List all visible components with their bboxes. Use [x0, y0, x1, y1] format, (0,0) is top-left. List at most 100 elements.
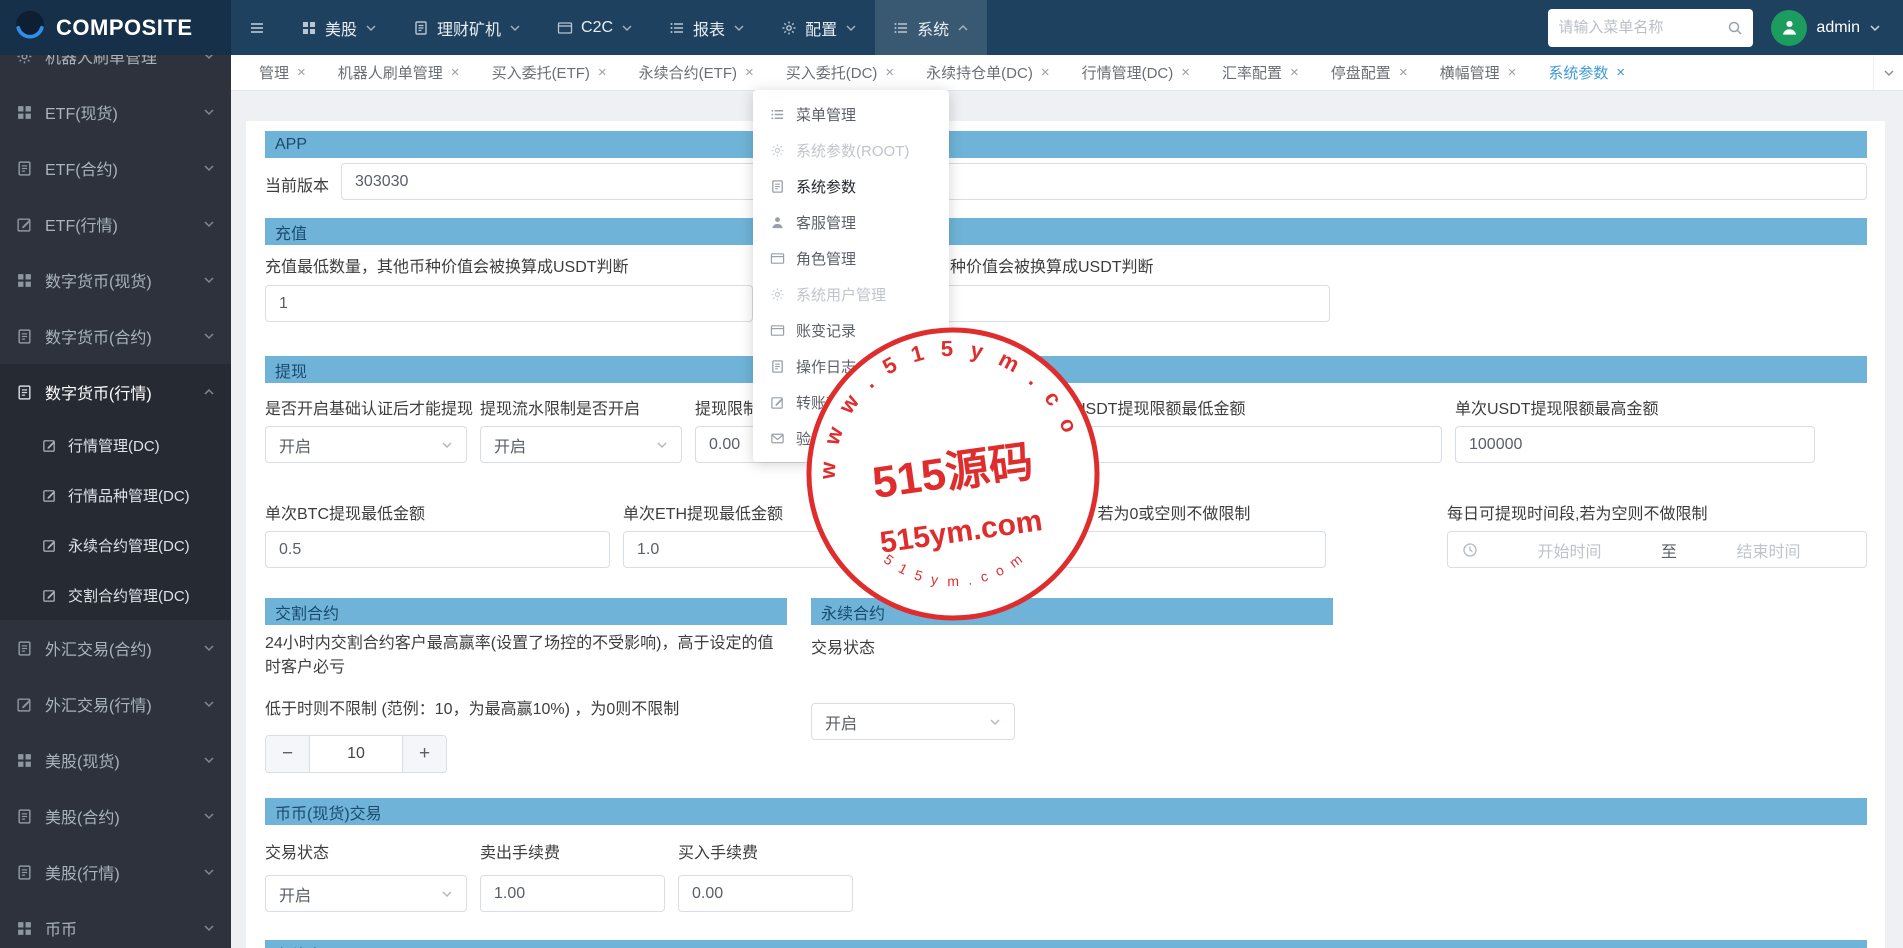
sidebar-item-etf-market[interactable]: ETF(行情)	[0, 196, 231, 252]
sidebar-item-coin[interactable]: 币币	[0, 900, 231, 948]
tab-close-icon[interactable]: ×	[745, 64, 754, 81]
search-icon[interactable]	[1727, 20, 1743, 36]
menu-search[interactable]	[1548, 9, 1753, 47]
chevron-down-icon	[989, 716, 1001, 728]
spot-trade-status-select[interactable]: 开启	[265, 875, 467, 912]
tab-close-icon[interactable]: ×	[1508, 64, 1517, 81]
nav-config[interactable]: 配置	[763, 0, 875, 55]
menu-item-account-change-log[interactable]: 账变记录	[753, 312, 949, 348]
version-input[interactable]	[355, 173, 1853, 191]
tab-buy-order-dc[interactable]: 买入委托(DC)×	[770, 62, 910, 83]
tab-label: 买入委托(ETF)	[492, 62, 590, 83]
tab-perpetual-position-dc[interactable]: 永续持仓单(DC)×	[910, 62, 1065, 83]
end-time-placeholder[interactable]: 结束时间	[1685, 538, 1852, 562]
app-logo[interactable]: COMPOSITE	[0, 0, 231, 55]
withdraw-flow-limit-select[interactable]: 开启	[480, 426, 682, 463]
tab-close-icon[interactable]: ×	[1399, 64, 1408, 81]
section-title: 提现	[275, 358, 307, 382]
menu-item-customer-service-manage[interactable]: 客服管理	[753, 204, 949, 240]
menu-item-system-params[interactable]: 系统参数	[753, 168, 949, 204]
sidebar-item-label: 外汇交易(行情)	[45, 692, 152, 716]
sidebar-item-forex-market[interactable]: 外汇交易(行情)	[0, 676, 231, 732]
tab-close-icon[interactable]: ×	[598, 64, 607, 81]
tab-close-icon[interactable]: ×	[297, 64, 306, 81]
menu-item-system-params-root[interactable]: 系统参数(ROOT)	[753, 132, 949, 168]
sidebar-item-dc-contract[interactable]: 数字货币(合约)	[0, 308, 231, 364]
stepper-value[interactable]: 10	[310, 736, 402, 772]
tab-robot-order-manage[interactable]: 机器人刷单管理×	[322, 62, 476, 83]
tab-exchange-rate-config[interactable]: 汇率配置×	[1206, 62, 1315, 83]
sidebar-subitem-perpetual-manage-dc[interactable]: 永续合约管理(DC)	[0, 520, 231, 570]
menu-item-role-manage[interactable]: 角色管理	[753, 240, 949, 276]
buy-fee-input[interactable]	[692, 885, 839, 903]
tab-close-icon[interactable]: ×	[1290, 64, 1299, 81]
chevron-down-icon	[441, 439, 453, 451]
sidebar-subitem-market-manage-dc[interactable]: 行情管理(DC)	[0, 420, 231, 470]
nav-c2c[interactable]: C2C	[539, 0, 651, 55]
menu-item-operation-log[interactable]: 操作日志	[753, 348, 949, 384]
search-input[interactable]	[1558, 19, 1721, 36]
tab-system-params[interactable]: 系统参数×	[1532, 62, 1641, 83]
menu-item-menu-manage[interactable]: 菜单管理	[753, 96, 949, 132]
nav-report[interactable]: 报表	[651, 0, 763, 55]
sidebar-item-us-stock-spot[interactable]: 美股(现货)	[0, 732, 231, 788]
daily-withdraw-count-input[interactable]	[995, 541, 1312, 559]
sidebar-item-robot-order-manage[interactable]: 机器人刷单管理	[0, 55, 231, 84]
withdraw-row-2: 单次BTC提现最低金额 单次ETH提现最低金额 每日可提现次数 若为0或空则不做…	[265, 500, 1867, 568]
basic-auth-withdraw-select[interactable]: 开启	[265, 426, 467, 463]
menu-item-transfer-convert-log[interactable]: 转账转换日志	[753, 384, 949, 420]
nav-us-stock[interactable]: 美股	[283, 0, 395, 55]
stepper-plus-button[interactable]: +	[402, 736, 446, 772]
tab-banner-manage[interactable]: 横幅管理×	[1424, 62, 1533, 83]
withdraw-time-range-picker[interactable]: 开始时间 至 结束时间	[1447, 531, 1867, 568]
delivery-desc-line1: 24小时内交割合约客户最高赢率(设置了场控的不受影响)，高于设定的值时客户必亏	[265, 629, 787, 677]
sidebar-item-us-stock-contract[interactable]: 美股(合约)	[0, 788, 231, 844]
sidebar-subitem-delivery-manage-dc[interactable]: 交割合约管理(DC)	[0, 570, 231, 620]
menu-item-system-user-manage[interactable]: 系统用户管理	[753, 276, 949, 312]
tab-manage[interactable]: 管理×	[243, 62, 322, 83]
sell-fee-field: 卖出手续费	[480, 839, 665, 912]
tab-close-icon[interactable]: ×	[451, 64, 460, 81]
tab-market-close-config[interactable]: 停盘配置×	[1315, 62, 1424, 83]
sidebar-item-etf-spot[interactable]: ETF(现货)	[0, 84, 231, 140]
sidebar-item-us-stock-market[interactable]: 美股(行情)	[0, 844, 231, 900]
tab-overflow-button[interactable]	[1873, 55, 1903, 90]
edit-icon	[42, 488, 57, 503]
tab-market-manage-dc[interactable]: 行情管理(DC)×	[1066, 62, 1206, 83]
menu-item-label: 操作日志	[796, 356, 856, 377]
stepper-minus-button[interactable]: −	[266, 736, 310, 772]
recharge-min-input[interactable]	[279, 295, 739, 313]
sidebar-item-etf-contract[interactable]: ETF(合约)	[0, 140, 231, 196]
sidebar-subitem-market-symbol-manage-dc[interactable]: 行情品种管理(DC)	[0, 470, 231, 520]
btc-withdraw-min-input[interactable]	[279, 541, 596, 559]
menu-item-captcha-log[interactable]: 验证码日志	[753, 420, 949, 456]
tab-close-icon[interactable]: ×	[1616, 64, 1625, 81]
sidebar-item-forex-contract[interactable]: 外汇交易(合约)	[0, 620, 231, 676]
sidebar-item-dc-market[interactable]: 数字货币(行情)	[0, 364, 231, 420]
tab-buy-order-etf[interactable]: 买入委托(ETF) ×	[476, 62, 623, 83]
list-icon	[770, 107, 785, 122]
doc-icon	[16, 640, 33, 657]
sidebar-item-label: 美股(合约)	[45, 804, 120, 828]
nav-system[interactable]: 系统	[875, 0, 987, 55]
tab-close-icon[interactable]: ×	[885, 64, 894, 81]
tab-close-icon[interactable]: ×	[1041, 64, 1050, 81]
sidebar: 机器人刷单管理 ETF(现货) ETF(合约) ETF(行情)	[0, 55, 231, 948]
us-stock-icon	[301, 20, 317, 36]
user-menu[interactable]: admin	[1771, 10, 1881, 46]
eth-withdraw-min-input[interactable]	[637, 541, 954, 559]
sidebar-item-dc-spot[interactable]: 数字货币(现货)	[0, 252, 231, 308]
section-header-perpetual: 永续合约	[811, 598, 1333, 625]
section-contracts: 交割合约 24小时内交割合约客户最高赢率(设置了场控的不受影响)，高于设定的值时…	[265, 598, 1867, 773]
tab-perpetual-etf[interactable]: 永续合约(ETF)×	[623, 62, 770, 83]
sidebar-toggle-button[interactable]	[231, 0, 283, 55]
main-area: 管理× 机器人刷单管理× 买入委托(ETF) × 永续合约(ETF)× 买入委托(…	[231, 55, 1903, 948]
tab-close-icon[interactable]: ×	[1181, 64, 1190, 81]
sidebar-item-label: ETF(现货)	[45, 100, 118, 124]
usdt-withdraw-max-input[interactable]	[1469, 436, 1801, 454]
nav-wealth-mining[interactable]: 理财矿机	[395, 0, 539, 55]
start-time-placeholder[interactable]: 开始时间	[1486, 538, 1653, 562]
perpetual-trade-status-select[interactable]: 开启	[811, 703, 1015, 740]
sell-fee-input[interactable]	[494, 885, 651, 903]
usdt-withdraw-min-input[interactable]	[1056, 436, 1428, 454]
